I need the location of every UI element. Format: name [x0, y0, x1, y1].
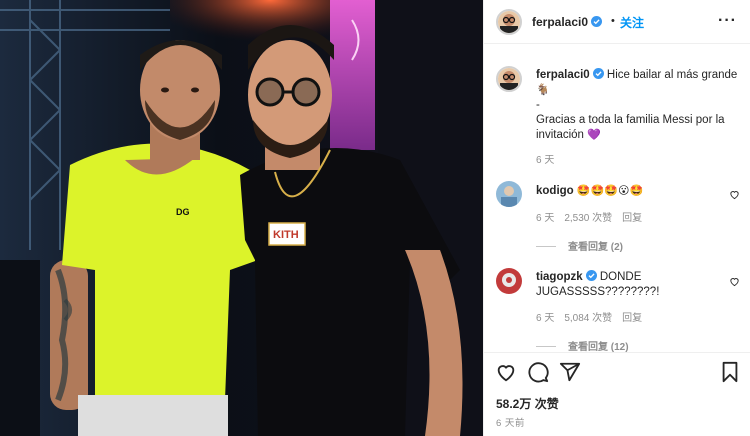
comment-likes[interactable]: 2,530 次赞 [564, 213, 612, 224]
post-photo[interactable]: DG KITH [0, 0, 483, 436]
author-username[interactable]: ferpalaci0 [532, 15, 603, 29]
follow-button[interactable]: 关注 [620, 14, 644, 31]
comment-like-heart-icon[interactable] [729, 189, 740, 200]
post-sidebar: ferpalaci0 • 关注 ··· ferpalaci0 Hice bail… [483, 0, 750, 436]
caption-block: ferpalaci0 Hice bailar al más grande 🐐 -… [536, 68, 741, 143]
comment-verified-icon [585, 270, 597, 281]
purple-heart-emoji-icon: 💜 [587, 129, 601, 141]
verified-badge-icon [591, 16, 603, 27]
comment-avatar[interactable] [496, 181, 522, 207]
comment-username[interactable]: tiagopzk [536, 271, 583, 283]
caption-verified-icon [592, 68, 604, 79]
comment-icon[interactable] [527, 361, 549, 383]
comment-meta: 6 天 2,530 次赞 回复 [536, 209, 652, 224]
author-avatar[interactable] [496, 9, 522, 35]
bookmark-icon[interactable] [719, 361, 741, 383]
comment-time: 6 天 [536, 313, 555, 324]
author-username-text[interactable]: ferpalaci0 [532, 15, 588, 29]
comment-text: 🤩🤩🤩😮🤩 [576, 185, 644, 197]
likes-count[interactable]: 58.2万 次赞 [496, 395, 559, 412]
posted-time: 6 天前 [496, 418, 525, 429]
reply-button[interactable]: 回复 [622, 213, 642, 224]
caption-time: 6 天 [536, 155, 555, 166]
comment-1: kodigo 🤩🤩🤩😮🤩 [536, 184, 643, 199]
caption-line1: Hice bailar al más grande [606, 69, 738, 81]
comment-meta: 6 天 5,084 次赞 回复 [536, 309, 652, 324]
caption-line3: Gracias a toda la familia Messi por la i… [536, 114, 725, 141]
caption-avatar[interactable] [496, 66, 522, 92]
shirt-logo-right: KITH [273, 229, 299, 241]
view-replies-button[interactable]: 查看回复 (2) [536, 238, 623, 253]
photo-illustration: DG KITH [0, 0, 483, 436]
comment-avatar[interactable] [496, 268, 522, 294]
comment-like-heart-icon[interactable] [729, 276, 740, 287]
instagram-post-view: DG KITH ferpalaci0 • 关注 ··· ferpalaci0 H… [0, 0, 750, 436]
reply-button[interactable]: 回复 [622, 313, 642, 324]
post-header: ferpalaci0 • 关注 ··· [484, 0, 750, 44]
header-separator: • [611, 15, 615, 27]
caption-line2: - [536, 99, 540, 111]
more-options-icon[interactable]: ··· [718, 12, 737, 30]
caption-username[interactable]: ferpalaci0 [536, 69, 590, 81]
comment-likes[interactable]: 5,084 次赞 [564, 313, 612, 324]
shirt-logo-left: DG [176, 207, 190, 217]
comment-time: 6 天 [536, 213, 555, 224]
heart-icon[interactable] [495, 361, 517, 383]
comment-2: tiagopzk DONDE JUGASSSSS????????! [536, 270, 686, 300]
comment-username[interactable]: kodigo [536, 185, 574, 197]
view-replies-button[interactable]: 查看回复 (12) [536, 338, 629, 353]
post-actions-bar: 58.2万 次赞 6 天前 [484, 352, 750, 436]
goat-emoji-icon: 🐐 [536, 84, 550, 96]
share-icon[interactable] [559, 361, 581, 383]
